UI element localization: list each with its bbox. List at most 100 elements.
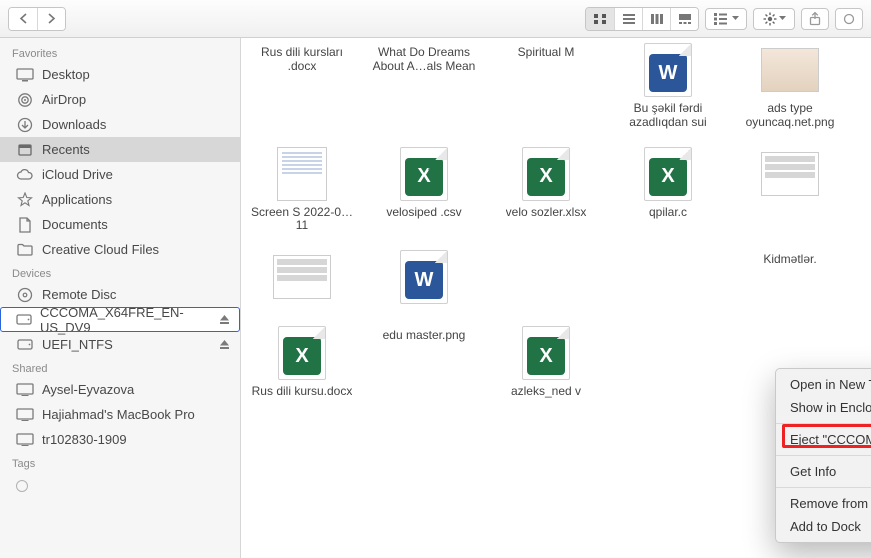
file-thumb [266, 146, 338, 202]
file-item[interactable] [491, 249, 601, 309]
drive-icon [16, 336, 34, 354]
view-icon-button[interactable] [586, 8, 614, 30]
sidebar-item-fav-2[interactable]: Downloads [0, 112, 240, 137]
file-item[interactable] [735, 146, 845, 234]
file-item[interactable] [247, 249, 357, 309]
view-column-button[interactable] [642, 8, 670, 30]
chevron-down-icon [779, 16, 786, 21]
tag-dot[interactable] [16, 480, 28, 492]
file-browser[interactable]: Rus dili kursları .docx What Do Dreams Ab… [241, 38, 871, 558]
section-tags: Tags [0, 452, 240, 472]
file-name: Bu şəkil fərdi azadlıqdan sui [613, 102, 723, 130]
view-gallery-button[interactable] [670, 8, 698, 30]
nav-buttons [8, 7, 66, 31]
sidebar-item-fav-0[interactable]: Desktop [0, 62, 240, 87]
file-name: velo sozler.xlsx [506, 206, 587, 220]
sidebar-item-dev-2[interactable]: UEFI_NTFS [0, 332, 240, 357]
file-item[interactable]: Xa,velosiped .csv [369, 146, 479, 234]
ctx-remove-sidebar[interactable]: Remove from Sidebar [776, 492, 871, 515]
file-item[interactable]: W [369, 249, 479, 309]
eject-icon[interactable] [219, 339, 230, 350]
sidebar-item-fav-6[interactable]: Documents [0, 212, 240, 237]
sidebar-item-label: Downloads [42, 117, 106, 132]
file-item[interactable]: Xvelo sozler.xlsx [491, 146, 601, 234]
remote-computer-icon [16, 431, 34, 449]
sidebar: Favorites Desktop AirDrop Downloads Recents… [0, 38, 241, 558]
file-item[interactable]: Xazleks_ned v [491, 325, 601, 399]
ctx-open-new-tab[interactable]: Open in New Tab [776, 373, 871, 396]
file-name: azleks_ned v [511, 385, 581, 399]
sidebar-item-label: AirDrop [42, 92, 86, 107]
file-item[interactable]: ads type oyuncaq.net.png [735, 42, 845, 130]
chevron-down-icon [732, 16, 739, 21]
group-by-button[interactable] [705, 8, 747, 30]
sidebar-item-sh-0[interactable]: Aysel-Eyvazova [0, 377, 240, 402]
forward-button[interactable] [37, 8, 65, 30]
file-item[interactable]: Rus dili kursları .docx [247, 42, 357, 130]
cloud-icon [16, 166, 34, 184]
file-item[interactable]: W Bu şəkil fərdi azadlıqdan sui [613, 42, 723, 130]
ctx-add-to-dock[interactable]: Add to Dock [776, 515, 871, 538]
sidebar-item-dev-0[interactable]: Remote Disc [0, 282, 240, 307]
sidebar-item-label: CCCOMA_X64FRE_EN-US_DV9 [40, 305, 211, 335]
file-item[interactable]: Screen S 2022-0…11 [247, 146, 357, 234]
file-thumb [754, 146, 826, 202]
file-thumb: X [632, 146, 704, 202]
folder-icon [16, 241, 34, 259]
file-name: Kidmətlər. [763, 253, 816, 267]
sidebar-item-sh-2[interactable]: tr102830-1909 [0, 427, 240, 452]
file-thumb: W [632, 42, 704, 98]
tags-button[interactable] [835, 8, 863, 30]
view-mode-segmented [585, 7, 699, 31]
ctx-get-info[interactable]: Get Info [776, 460, 871, 483]
ctx-show-in-enclosing[interactable]: Show in Enclosing Folder [776, 396, 871, 419]
file-name: Rus dili kursları .docx [247, 46, 357, 74]
file-item[interactable]: Spiritual M [491, 42, 601, 130]
file-item[interactable] [613, 249, 723, 309]
file-item[interactable]: edu master.png [369, 325, 479, 399]
downloads-icon [16, 116, 34, 134]
file-item[interactable]: X Rus dili kursu.docx [247, 325, 357, 399]
sidebar-item-fav-1[interactable]: AirDrop [0, 87, 240, 112]
section-devices: Devices [0, 262, 240, 282]
sidebar-item-label: Aysel-Eyvazova [42, 382, 134, 397]
finder-window: Favorites Desktop AirDrop Downloads Recents… [0, 0, 871, 558]
sidebar-item-label: Hajiahmad's MacBook Pro [42, 407, 195, 422]
sidebar-item-label: Documents [42, 217, 108, 232]
sidebar-item-dev-1[interactable]: CCCOMA_X64FRE_EN-US_DV9 [0, 307, 240, 332]
sidebar-item-sh-1[interactable]: Hajiahmad's MacBook Pro [0, 402, 240, 427]
sidebar-item-label: Recents [42, 142, 90, 157]
file-item[interactable]: Xqpilar.c [613, 146, 723, 234]
ctx-eject[interactable]: Eject "CCCOMA_X64FRE_EN-US_DV9" [776, 428, 871, 451]
sidebar-item-label: Desktop [42, 67, 90, 82]
file-name: ads type oyuncaq.net.png [735, 102, 845, 130]
share-button[interactable] [801, 8, 829, 30]
gear-icon [763, 12, 777, 26]
file-item[interactable]: Kidmətlər. [735, 249, 845, 309]
airdrop-icon [16, 91, 34, 109]
sidebar-item-fav-3[interactable]: Recents [0, 137, 240, 162]
file-item[interactable]: What Do Dreams About A…als Mean [369, 42, 479, 130]
sidebar-item-fav-7[interactable]: Creative Cloud Files [0, 237, 240, 262]
desktop-icon [16, 66, 34, 84]
file-thumb: Xa, [388, 146, 460, 202]
eject-icon[interactable] [219, 314, 230, 325]
file-name: Spiritual M [518, 46, 575, 60]
applications-icon [16, 191, 34, 209]
tag-icon [843, 13, 855, 25]
recents-icon [16, 141, 34, 159]
back-button[interactable] [9, 8, 37, 30]
view-list-button[interactable] [614, 8, 642, 30]
disc-icon [16, 286, 34, 304]
file-name: Screen S 2022-0…11 [247, 206, 357, 234]
documents-icon [16, 216, 34, 234]
sidebar-item-fav-4[interactable]: iCloud Drive [0, 162, 240, 187]
section-favorites: Favorites [0, 42, 240, 62]
file-name: Rus dili kursu.docx [252, 385, 353, 399]
sidebar-item-label: Applications [42, 192, 112, 207]
toolbar [0, 0, 871, 38]
sidebar-item-fav-5[interactable]: Applications [0, 187, 240, 212]
sidebar-item-label: Creative Cloud Files [42, 242, 159, 257]
action-button[interactable] [753, 8, 795, 30]
file-thumb: X [266, 325, 338, 381]
